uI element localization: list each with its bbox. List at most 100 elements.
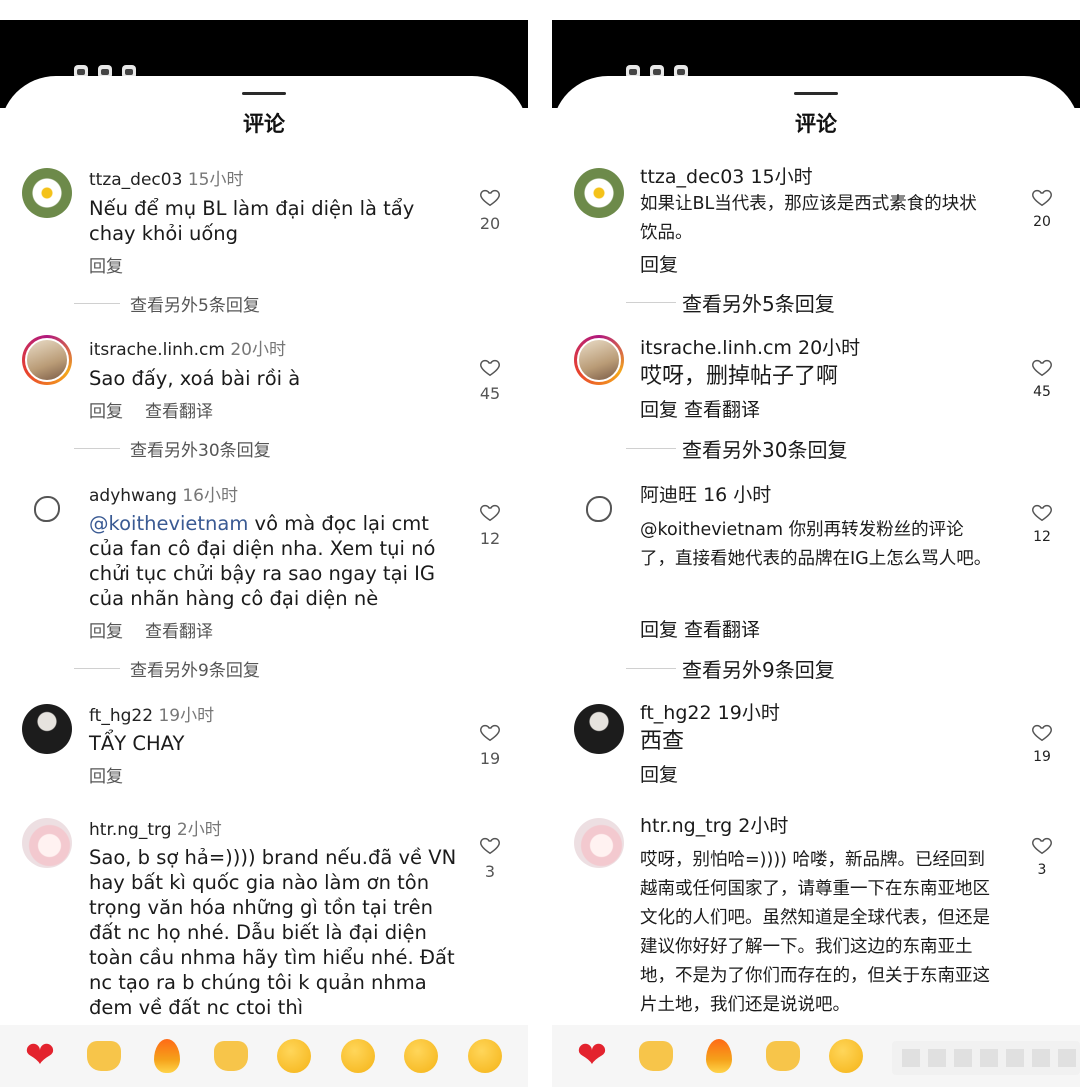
avatar[interactable] xyxy=(22,818,72,868)
sheet-title: 评论 xyxy=(795,112,837,136)
comment-author[interactable]: 阿迪旺 16 小时 xyxy=(640,480,771,507)
comment-text: 哎呀，别怕哈=)))) 哈喽，新品牌。已经回到越南或任何国家了，请尊重一下在东南… xyxy=(640,850,990,1015)
comment-text: @koithevietnam 你别再转发粉丝的评论了，直接看她代表的品牌在IG上… xyxy=(640,520,992,569)
translate-button[interactable]: 查看翻译 xyxy=(684,619,760,641)
avatar[interactable] xyxy=(22,335,72,385)
comment-actions: 回复 查看翻译 xyxy=(89,617,213,642)
view-more-replies[interactable]: 查看另外5条回复 xyxy=(74,291,260,316)
reply-button[interactable]: 回复 xyxy=(89,767,123,787)
emoji-heart-eyes[interactable] xyxy=(338,1036,378,1076)
avatar[interactable] xyxy=(574,704,624,754)
like-button[interactable]: 20 xyxy=(472,186,508,233)
comment-text: Sao đấy, xoá bài rồi à xyxy=(89,367,301,390)
like-button[interactable]: 3 xyxy=(472,834,508,881)
view-more-replies[interactable]: 查看另外9条回复 xyxy=(626,654,835,683)
comments-panel-original: 评论 ttza_dec03 15小时 Nếu để mụ BL làm đại … xyxy=(0,0,528,1087)
heart-icon xyxy=(1032,359,1052,377)
mention-link[interactable]: @koithevietnam xyxy=(89,512,248,535)
emoji-heart[interactable]: ❤ xyxy=(572,1036,612,1076)
comment-actions: 回复 查看翻译 xyxy=(640,395,760,422)
like-button[interactable]: 3 xyxy=(1024,834,1060,878)
comment-text: Nếu để mụ BL làm đại diện là tẩy chay kh… xyxy=(89,197,415,245)
comment-text: 如果让BL当代表，那应该是西式素食的块状饮品。 xyxy=(640,194,977,243)
heart-icon xyxy=(480,837,500,855)
like-button[interactable]: 45 xyxy=(1024,356,1060,400)
heart-icon xyxy=(480,504,500,522)
emoji-clapping[interactable] xyxy=(763,1036,803,1076)
sheet-handle[interactable] xyxy=(242,92,286,95)
comment-text: 哎呀，删掉帖子了啊 xyxy=(640,364,839,389)
avatar[interactable] xyxy=(574,818,624,868)
comment-author[interactable]: itsrache.linh.cm 20小时 xyxy=(89,335,286,360)
reply-button[interactable]: 回复 xyxy=(640,764,678,786)
heart-icon xyxy=(1032,189,1052,207)
emoji-clapping[interactable] xyxy=(211,1036,251,1076)
comment-author[interactable]: itsrache.linh.cm 20小时 xyxy=(640,333,860,360)
comment-author[interactable]: ttza_dec03 15小时 xyxy=(89,165,243,190)
avatar[interactable] xyxy=(22,168,72,218)
heart-icon xyxy=(480,189,500,207)
like-button[interactable]: 19 xyxy=(1024,721,1060,765)
translate-button[interactable]: 查看翻译 xyxy=(145,402,213,422)
like-count: 12 xyxy=(1033,529,1051,545)
emoji-heart[interactable]: ❤ xyxy=(20,1036,60,1076)
reply-button[interactable]: 回复 xyxy=(89,257,123,277)
comment-author[interactable]: ft_hg22 19小时 xyxy=(89,701,214,726)
comment-actions: 回复 xyxy=(640,250,678,277)
comment-text: @koithevietnam vô mà đọc lại cmt của fan… xyxy=(89,512,436,610)
comment-text: Sao, b sợ hả=)))) brand nếu.đã về VN hay… xyxy=(89,846,457,1019)
reply-button[interactable]: 回复 xyxy=(640,619,678,641)
emoji-sad-sweat[interactable] xyxy=(274,1036,314,1076)
reply-button[interactable]: 回复 xyxy=(640,399,678,421)
translate-button[interactable]: 查看翻译 xyxy=(145,622,213,642)
comment-author[interactable]: ft_hg22 19小时 xyxy=(640,698,780,725)
like-count: 19 xyxy=(479,749,501,768)
heart-icon xyxy=(480,724,500,742)
view-more-replies[interactable]: 查看另外5条回复 xyxy=(626,288,835,317)
reply-button[interactable]: 回复 xyxy=(640,254,678,276)
like-button[interactable]: 12 xyxy=(1024,501,1060,545)
comment-actions: 回复 查看翻译 xyxy=(89,397,213,422)
sheet-handle[interactable] xyxy=(794,92,838,95)
emoji-fire[interactable] xyxy=(147,1036,187,1076)
view-more-replies[interactable]: 查看另外9条回复 xyxy=(74,656,260,681)
emoji-surprised[interactable] xyxy=(401,1036,441,1076)
avatar[interactable] xyxy=(574,335,624,385)
view-more-replies[interactable]: 查看另外30条回复 xyxy=(74,436,271,461)
like-button[interactable]: 45 xyxy=(472,356,508,403)
emoji-raised-hands[interactable] xyxy=(636,1036,676,1076)
comments-sheet: 评论 ttza_dec03 15小时 Nếu để mụ BL làm đại … xyxy=(0,76,528,1087)
divider xyxy=(74,448,120,449)
divider xyxy=(626,668,676,669)
reply-button[interactable]: 回复 xyxy=(89,402,123,422)
like-count: 3 xyxy=(1037,862,1047,878)
emoji-raised-hands[interactable] xyxy=(84,1036,124,1076)
comments-sheet: 评论 ttza_dec03 15小时 如果让BL当代表，那应该是西式素食的块状饮… xyxy=(552,76,1080,1087)
watermark xyxy=(892,1041,1080,1075)
heart-icon xyxy=(1032,724,1052,742)
avatar[interactable] xyxy=(574,484,624,534)
comments-panel-translated: 评论 ttza_dec03 15小时 如果让BL当代表，那应该是西式素食的块状饮… xyxy=(552,0,1080,1087)
comment-author[interactable]: htr.ng_trg 2小时 xyxy=(640,811,788,838)
comment-text: 西查 xyxy=(640,729,685,754)
comment-author[interactable]: htr.ng_trg 2小时 xyxy=(89,815,222,840)
avatar[interactable] xyxy=(22,704,72,754)
like-button[interactable]: 20 xyxy=(1024,186,1060,230)
like-count: 19 xyxy=(1033,749,1051,765)
view-more-replies[interactable]: 查看另外30条回复 xyxy=(626,434,847,463)
reply-button[interactable]: 回复 xyxy=(89,622,123,642)
avatar[interactable] xyxy=(22,484,72,534)
comment-author[interactable]: ttza_dec03 15小时 xyxy=(640,162,813,189)
comment-text: TẨY CHAY xyxy=(89,732,185,755)
emoji-sad-sweat[interactable] xyxy=(826,1036,866,1076)
like-button[interactable]: 19 xyxy=(472,721,508,768)
translate-button[interactable]: 查看翻译 xyxy=(684,399,760,421)
comment-author[interactable]: adyhwang 16小时 xyxy=(89,481,238,506)
divider xyxy=(74,303,120,304)
sheet-title: 评论 xyxy=(243,112,285,136)
emoji-laughing[interactable] xyxy=(465,1036,505,1076)
emoji-fire[interactable] xyxy=(699,1036,739,1076)
avatar[interactable] xyxy=(574,168,624,218)
like-button[interactable]: 12 xyxy=(472,501,508,548)
like-count: 45 xyxy=(479,384,501,403)
